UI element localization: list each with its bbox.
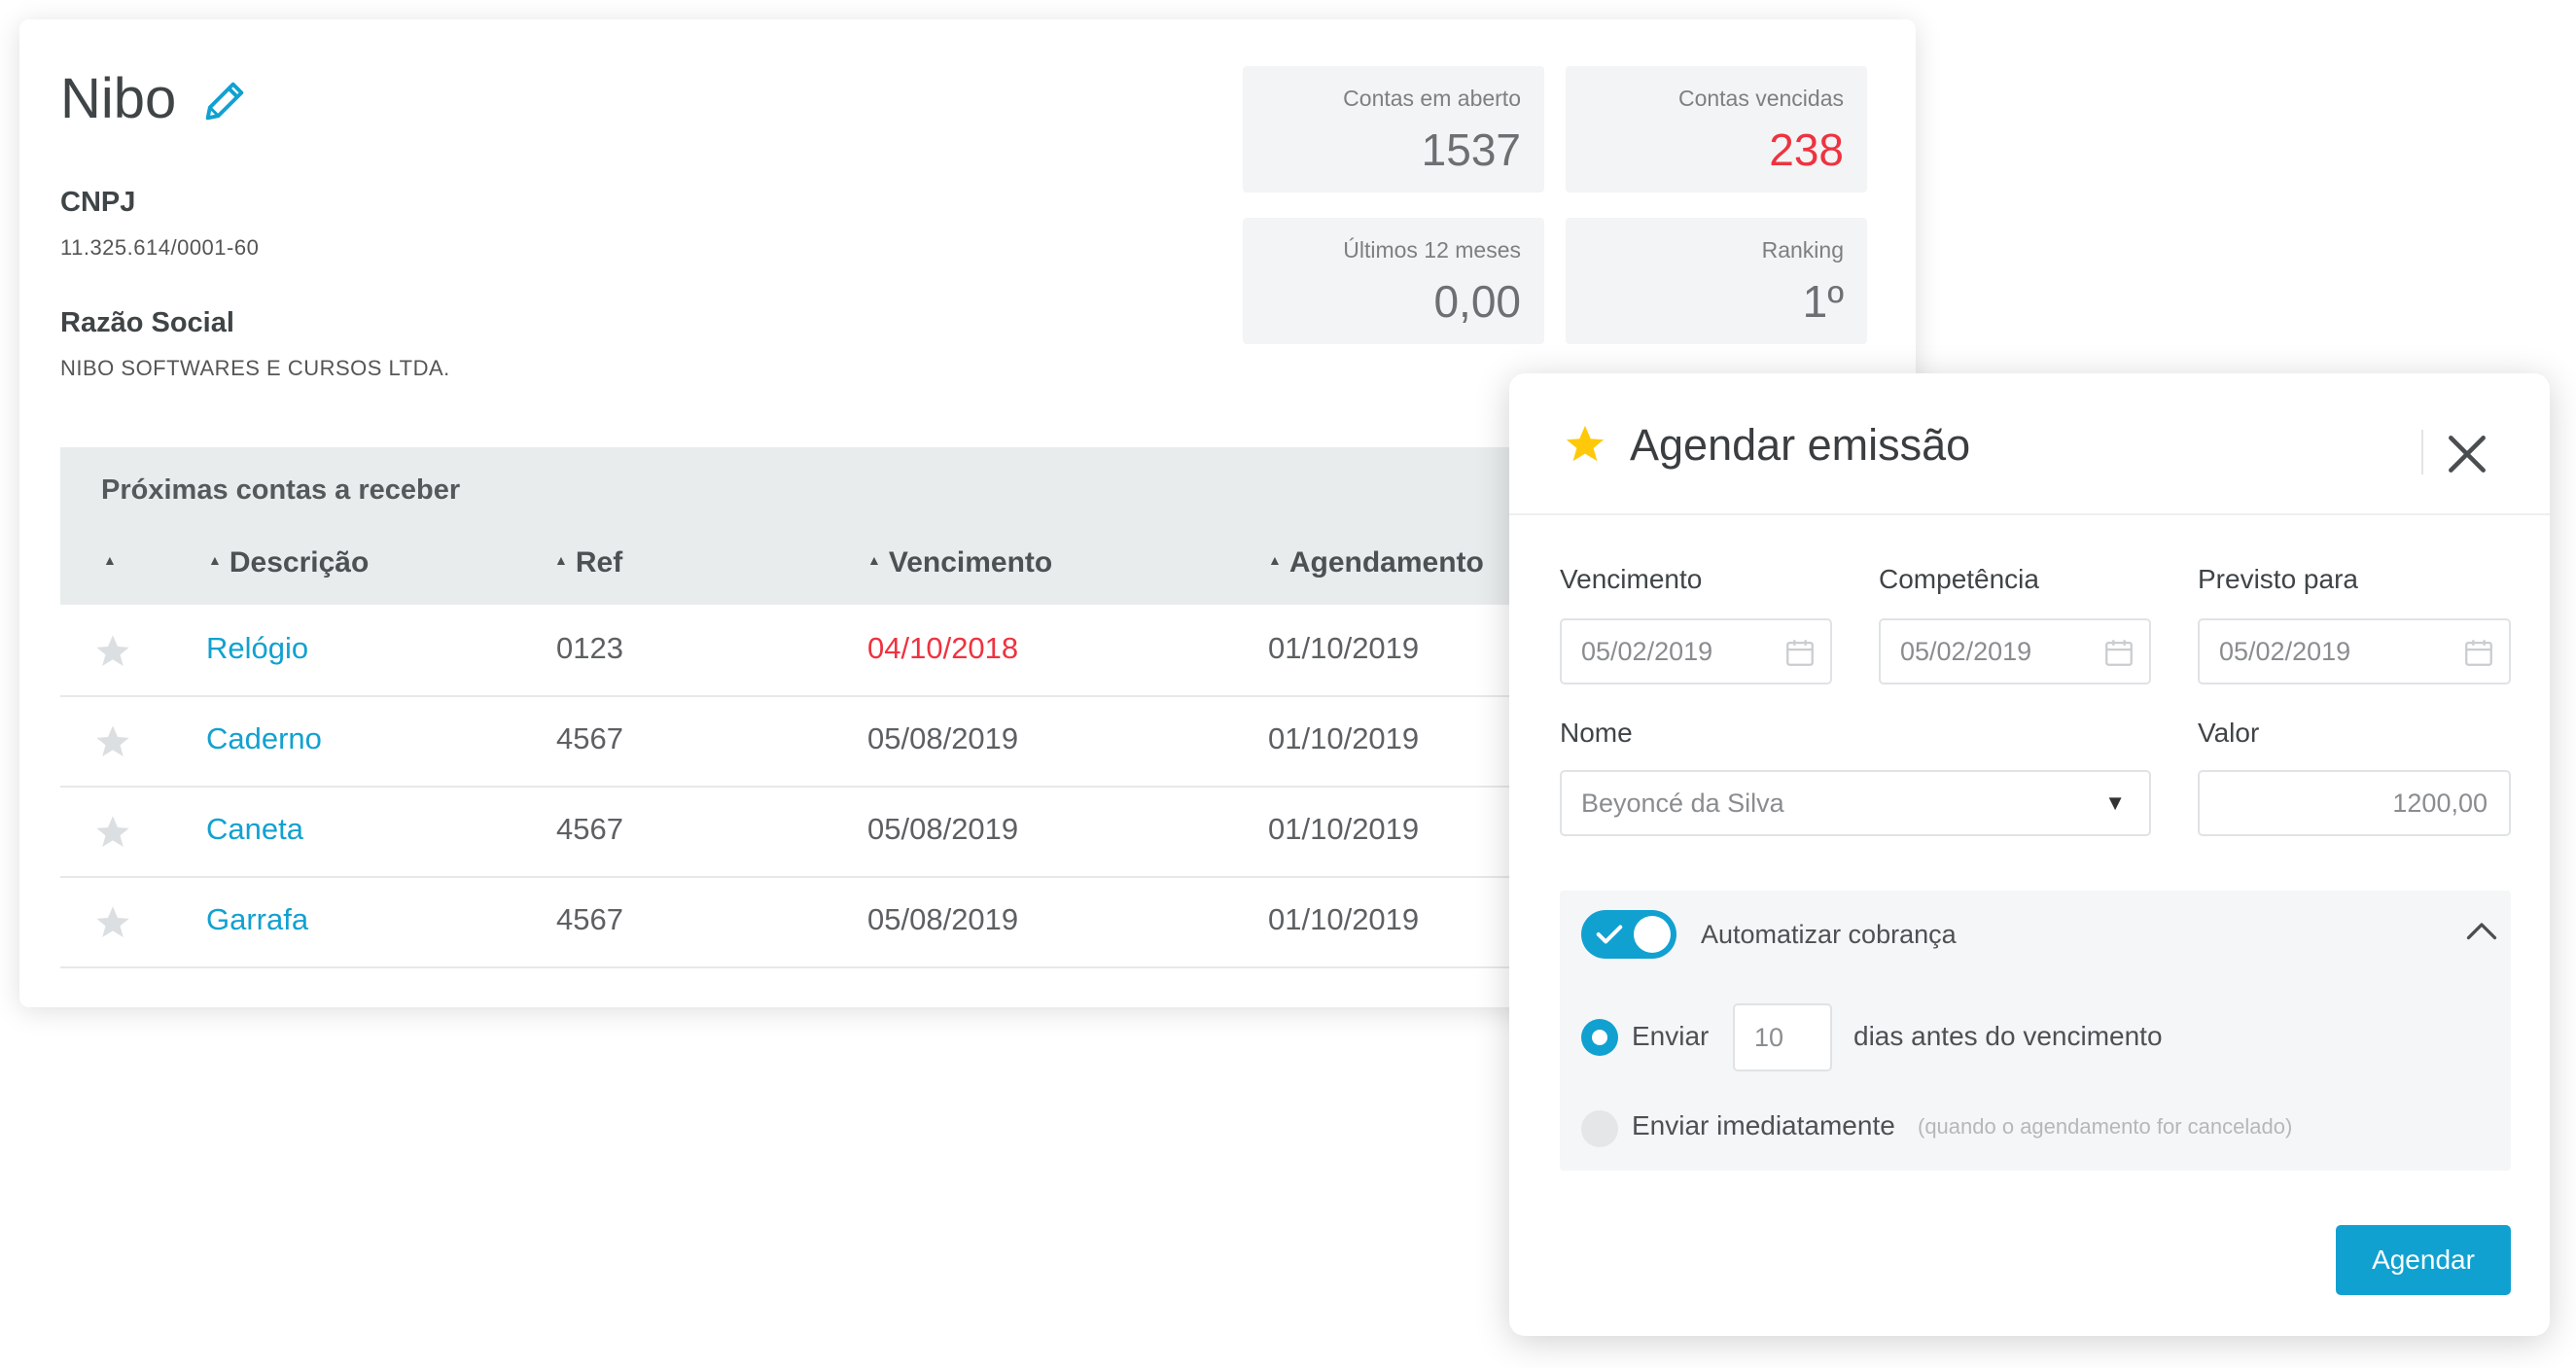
row-ref: 4567 xyxy=(556,902,623,936)
row-descricao[interactable]: Caneta xyxy=(206,812,303,847)
radio-enviar-antes[interactable] xyxy=(1581,1019,1618,1056)
calendar-icon[interactable] xyxy=(1783,636,1817,669)
cnpj-value: 11.325.614/0001-60 xyxy=(60,235,260,260)
table-title: Próximas contas a receber xyxy=(101,474,461,506)
column-header-vencimento[interactable]: ▲ Vencimento xyxy=(867,546,1052,579)
cnpj-label: CNPJ xyxy=(60,187,136,218)
star-icon[interactable] xyxy=(93,722,132,761)
vencimento-label: Vencimento xyxy=(1560,564,1703,594)
stat-ranking: Ranking 1º xyxy=(1566,218,1867,344)
toggle-knob xyxy=(1634,916,1671,953)
vencimento-date-field[interactable]: 05/02/2019 xyxy=(1560,618,1832,684)
header-separator xyxy=(1509,513,2550,515)
star-icon[interactable] xyxy=(93,903,132,942)
stat-contas-vencidas: Contas vencidas 238 xyxy=(1566,66,1867,193)
column-header-ref[interactable]: ▲ Ref xyxy=(554,546,622,579)
days-input[interactable]: 10 xyxy=(1733,1003,1832,1071)
row-vencimento: 05/08/2019 xyxy=(867,902,1019,936)
competencia-date-field[interactable]: 05/02/2019 xyxy=(1879,618,2151,684)
valor-label: Valor xyxy=(2198,718,2260,748)
row-vencimento: 05/08/2019 xyxy=(867,812,1019,846)
stat-label: Ranking xyxy=(1761,237,1844,263)
chevron-up-icon[interactable] xyxy=(2464,918,2499,943)
valor-input[interactable]: 1200,00 xyxy=(2198,770,2511,836)
stat-label: Contas vencidas xyxy=(1677,86,1844,111)
calendar-icon[interactable] xyxy=(2102,636,2135,669)
modal-title: Agendar emissão xyxy=(1630,420,1971,470)
stat-contas-em-aberto: Contas em aberto 1537 xyxy=(1243,66,1544,193)
automation-toggle[interactable] xyxy=(1581,910,1676,959)
row-vencimento: 05/08/2019 xyxy=(867,721,1019,755)
nome-select[interactable]: Beyoncé da Silva ▼ xyxy=(1560,770,2151,836)
enviar-label: Enviar xyxy=(1632,1021,1710,1051)
row-descricao[interactable]: Garrafa xyxy=(206,902,308,937)
column-header-descricao[interactable]: ▲ Descrição xyxy=(208,546,369,579)
star-icon[interactable] xyxy=(93,813,132,852)
automation-label: Automatizar cobrança xyxy=(1701,920,1957,949)
calendar-icon[interactable] xyxy=(2462,636,2495,669)
enviar-imediatamente-label: Enviar imediatamente xyxy=(1632,1110,1895,1140)
row-agendamento: 01/10/2019 xyxy=(1268,812,1420,846)
radio-enviar-imediatamente[interactable] xyxy=(1581,1110,1618,1147)
stat-value: 1537 xyxy=(1421,124,1521,175)
dropdown-arrow-icon[interactable]: ▼ xyxy=(2104,772,2126,834)
competencia-label: Competência xyxy=(1879,564,2039,594)
previsto-date-field[interactable]: 05/02/2019 xyxy=(2198,618,2511,684)
stat-value: 1º xyxy=(1802,276,1844,327)
star-icon xyxy=(1566,425,1605,462)
row-ref: 4567 xyxy=(556,721,623,755)
company-name: Nibo xyxy=(60,67,177,130)
stat-label: Últimos 12 meses xyxy=(1343,237,1521,263)
row-ref: 0123 xyxy=(556,631,623,665)
star-icon[interactable] xyxy=(93,632,132,671)
row-agendamento: 01/10/2019 xyxy=(1268,902,1420,936)
row-descricao[interactable]: Caderno xyxy=(206,721,322,756)
agendar-button[interactable]: Agendar xyxy=(2336,1225,2511,1295)
pencil-icon[interactable] xyxy=(199,76,250,126)
row-agendamento: 01/10/2019 xyxy=(1268,631,1420,665)
stat-value: 238 xyxy=(1769,124,1844,175)
stat-ultimos-12-meses: Últimos 12 meses 0,00 xyxy=(1243,218,1544,344)
stat-label: Contas em aberto xyxy=(1343,86,1521,111)
column-header-agendamento[interactable]: ▲ Agendamento xyxy=(1268,546,1484,579)
row-descricao[interactable]: Relógio xyxy=(206,631,308,666)
row-ref: 4567 xyxy=(556,812,623,846)
razao-social-label: Razão Social xyxy=(60,307,234,338)
automation-panel: Automatizar cobrança Enviar 10 dias ante… xyxy=(1560,891,2511,1171)
header-divider xyxy=(2421,430,2423,474)
check-icon xyxy=(1596,925,1623,944)
schedule-modal: Agendar emissão Vencimento 05/02/2019 Co… xyxy=(1509,373,2550,1336)
previsto-label: Previsto para xyxy=(2198,564,2358,594)
stat-value: 0,00 xyxy=(1433,276,1521,327)
immediate-hint: (quando o agendamento for cancelado) xyxy=(1918,1114,2293,1139)
row-vencimento: 04/10/2018 xyxy=(867,631,1019,665)
nome-label: Nome xyxy=(1560,718,1633,748)
days-suffix: dias antes do vencimento xyxy=(1853,1021,2163,1051)
column-header-favorite[interactable]: ▲ xyxy=(103,546,124,579)
close-icon[interactable] xyxy=(2443,430,2491,478)
razao-social-value: NIBO SOFTWARES E CURSOS LTDA. xyxy=(60,356,450,380)
row-agendamento: 01/10/2019 xyxy=(1268,721,1420,755)
